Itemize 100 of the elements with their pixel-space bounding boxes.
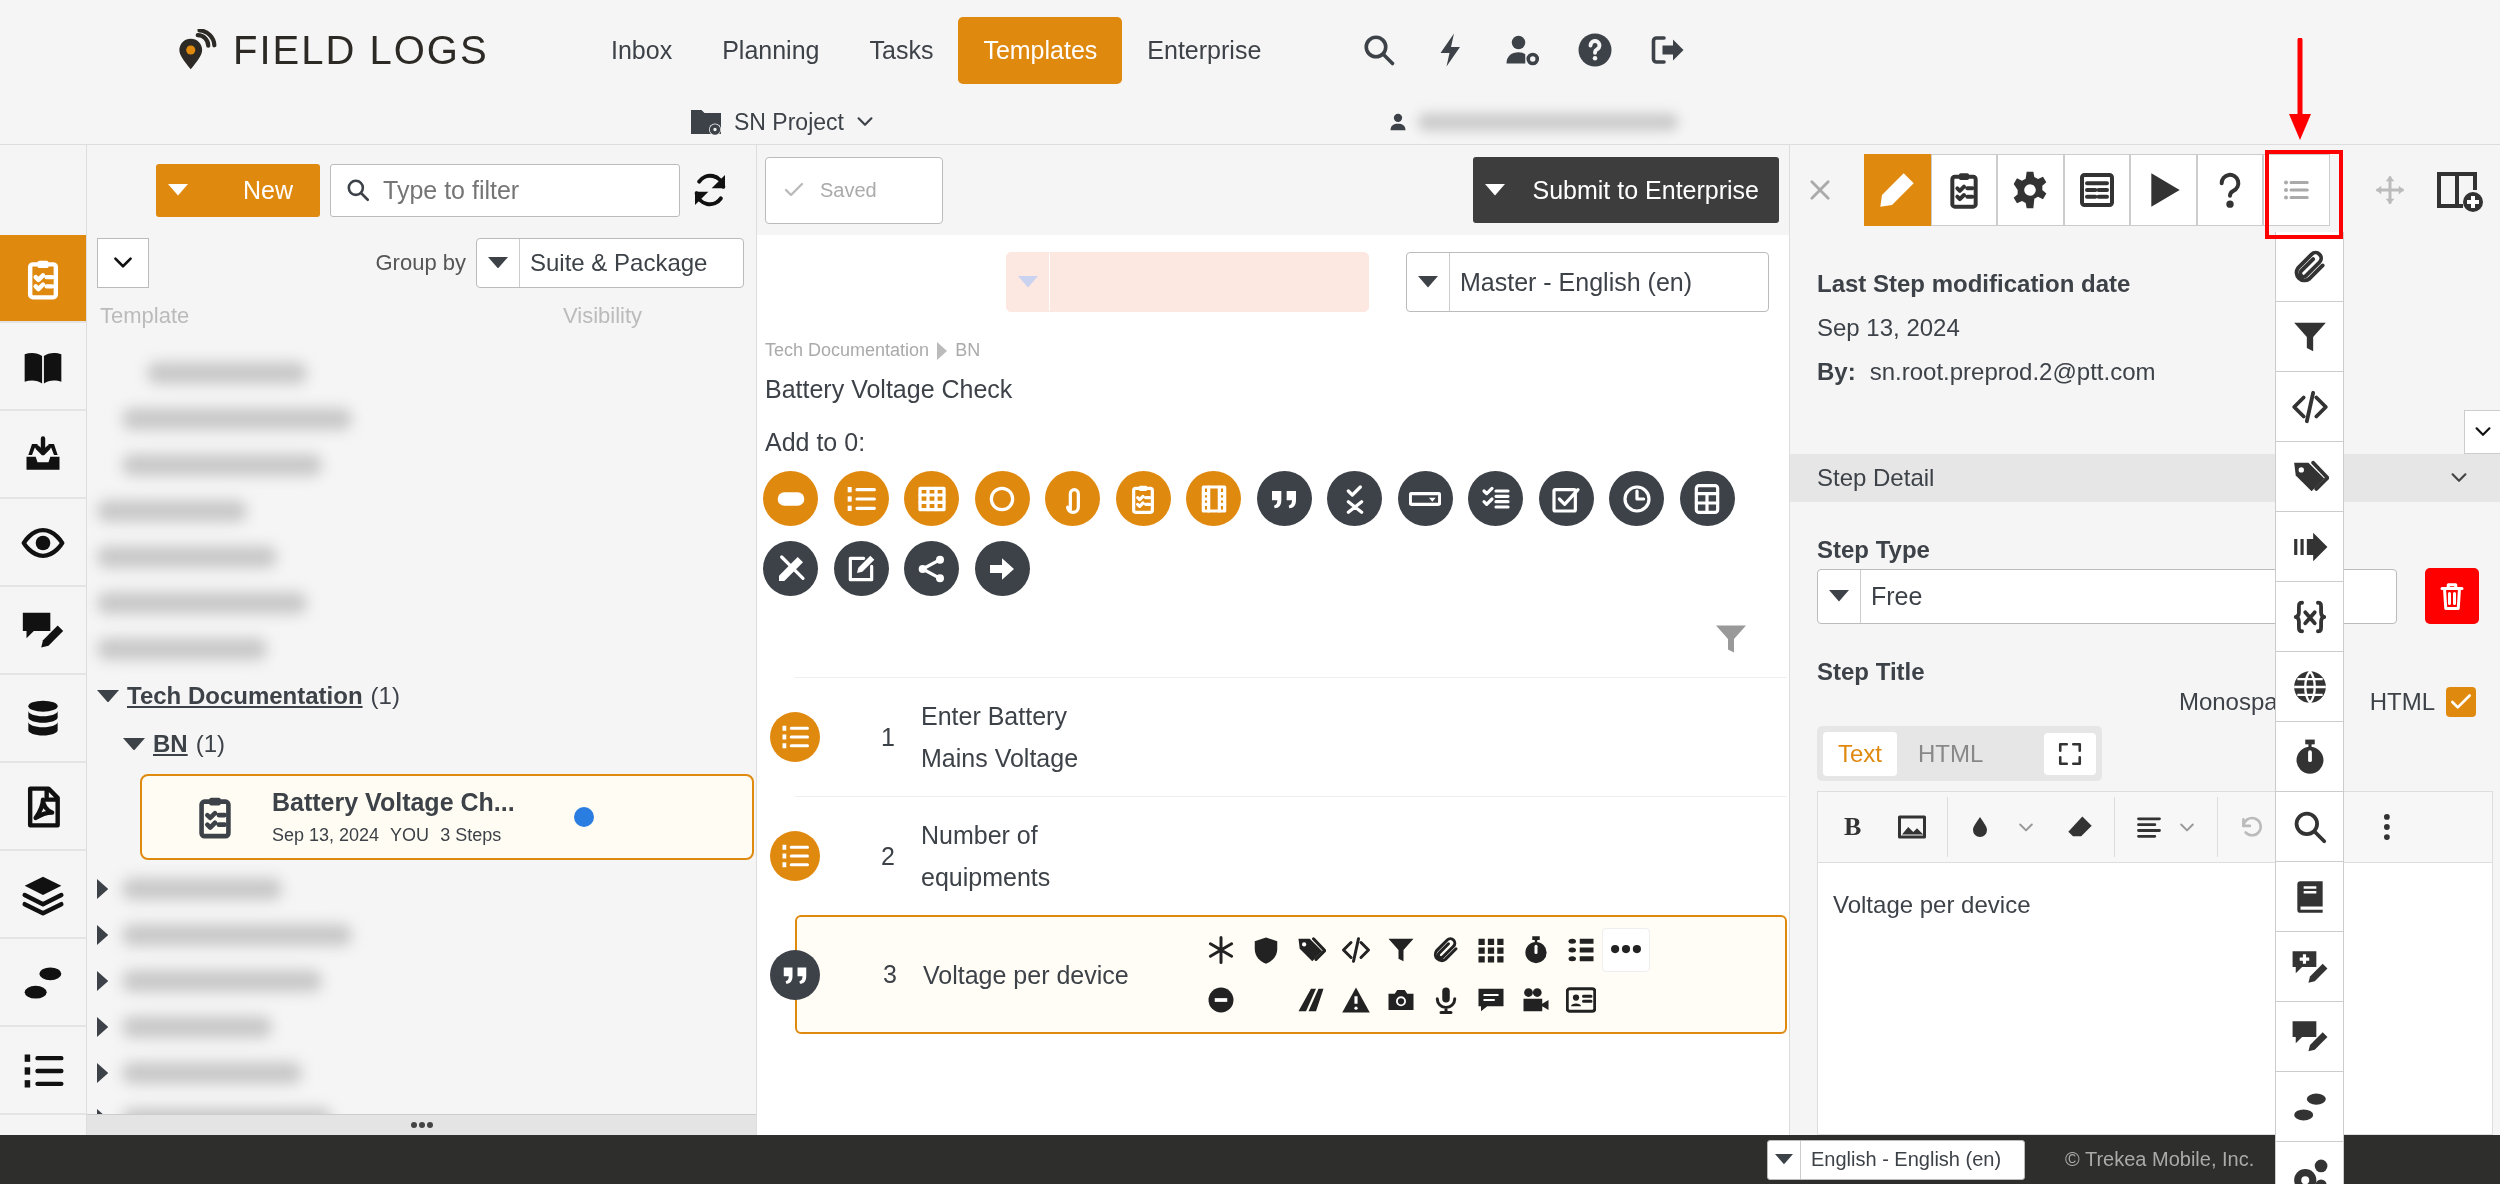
copyright-text: © Trekea Mobile, Inc. (2065, 1148, 2255, 1171)
caret-down-icon (1775, 1154, 1793, 1165)
folder-count: (1) (370, 682, 400, 710)
group-by-label: Group by (375, 249, 466, 276)
search-icon (345, 177, 371, 203)
group-by-select[interactable]: Suite & Package (476, 237, 744, 288)
caret-down-icon (1484, 184, 1505, 196)
logo-text: FIELD LOGS (233, 27, 489, 73)
language-select[interactable]: English - English (en) (1767, 1139, 2025, 1180)
column-header: Visibility (563, 303, 643, 329)
caret-down-icon (1829, 590, 1849, 602)
filter-field[interactable]: Type to filter (330, 163, 680, 217)
clock-icon (1620, 482, 1653, 515)
modified-label: Last Step modification date (1817, 270, 2131, 298)
collapse-button[interactable] (97, 237, 149, 288)
id-card-icon[interactable] (1565, 984, 1596, 1015)
clipboard-tool-button[interactable] (1930, 154, 1997, 226)
help-icon[interactable] (1577, 32, 1614, 68)
step-row[interactable]: 3 Voltage per device (795, 915, 1787, 1034)
caret-right-icon[interactable] (97, 1063, 109, 1083)
checkbox-button[interactable] (1538, 471, 1594, 526)
template-date: Sep 13, 2024 (272, 825, 380, 846)
delete-button[interactable] (2425, 568, 2479, 624)
dots-icon (1610, 945, 1641, 954)
breadcrumb-separator-icon (937, 341, 948, 360)
step-title: Number of equipments (921, 820, 1052, 893)
folder-link[interactable]: BN (153, 730, 188, 758)
table-button[interactable] (904, 471, 959, 526)
more-options-icon[interactable] (2384, 814, 2391, 840)
toggle-button[interactable] (763, 471, 818, 526)
nav-tab[interactable]: Inbox (586, 16, 698, 84)
help-tool-button[interactable] (2196, 154, 2263, 226)
caret-right-icon[interactable] (97, 1017, 109, 1037)
fullscreen-button[interactable] (2044, 732, 2096, 775)
more-button[interactable] (1601, 927, 1650, 972)
monospace-label: Monospa (2178, 688, 2278, 716)
list-tool-button[interactable] (2263, 154, 2330, 226)
author-label: By: (1817, 358, 1856, 386)
bold-button[interactable]: B (1838, 812, 1868, 842)
settings-tool-button[interactable] (1997, 154, 2064, 226)
rich-text-editor[interactable]: B Voltage per device (1817, 791, 2493, 1135)
clipboard-button[interactable] (1115, 471, 1171, 526)
column-header: Template (100, 303, 191, 329)
user-icon (1388, 112, 1408, 132)
caret-right-icon[interactable] (97, 971, 109, 991)
template-title: Battery Voltage Check (765, 375, 1014, 404)
expand-button[interactable] (2464, 410, 2500, 454)
dropdown-button[interactable] (1397, 471, 1453, 526)
step-title-label: Step Title (1817, 658, 1925, 686)
editor-text: Voltage per device (1832, 890, 2032, 920)
language-select[interactable]: Master - English (en) (1406, 252, 1769, 312)
template-title: Battery Voltage Ch... (272, 788, 516, 817)
author-email: sn.root.preprod.2@ptt.com (1869, 358, 2156, 386)
template-steps: 3 Steps (440, 825, 502, 846)
caret-down-icon[interactable] (97, 689, 119, 703)
html-label: HTML (2369, 688, 2435, 716)
nav-tab[interactable]: Enterprise (1122, 16, 1287, 84)
caret-right-icon[interactable] (97, 925, 109, 945)
project-selector[interactable]: SN Project (734, 108, 844, 136)
caret-down-icon (168, 184, 188, 196)
fullscreen-icon (2057, 740, 2083, 767)
nav-tab[interactable]: Planning (697, 16, 845, 84)
code-icon[interactable] (1340, 934, 1371, 965)
ring-button[interactable] (974, 471, 1030, 526)
quote-button[interactable] (1256, 471, 1312, 526)
arrow-right-button[interactable] (974, 541, 1030, 596)
share-button[interactable] (904, 541, 959, 596)
add-step-label: Add to 0: (765, 428, 867, 457)
checklist-button[interactable] (1468, 471, 1523, 526)
template-owner: YOU (390, 825, 430, 846)
nav-tab[interactable]: Tasks (844, 16, 959, 84)
numbered-list-button[interactable] (833, 471, 889, 526)
folder-count: (1) (195, 730, 225, 758)
step-number: 1 (880, 722, 896, 752)
step-title: Voltage per device (923, 959, 1130, 991)
film-button[interactable] (1186, 471, 1241, 526)
caret-down-icon (1418, 276, 1438, 288)
check-cross-button[interactable] (1327, 471, 1382, 526)
step-type-label: Step Type (1817, 536, 1930, 564)
html-checkbox[interactable] (2446, 687, 2476, 717)
step-title: Enter Battery Mains Voltage (921, 701, 1080, 774)
loop-button[interactable] (1045, 471, 1100, 526)
dots-icon (410, 1122, 433, 1128)
caret-down-icon (1018, 276, 1038, 288)
clock-button[interactable] (1609, 471, 1664, 526)
calculator-button[interactable] (1679, 471, 1735, 526)
submit-button[interactable]: Submit to Enterprise (1472, 157, 1779, 223)
layout-tool-button[interactable] (2063, 154, 2130, 226)
folder-link[interactable]: Tech Documentation (127, 682, 363, 710)
edit-button[interactable] (833, 541, 889, 596)
resize-handle[interactable] (87, 1114, 756, 1135)
step-number: 3 (882, 960, 898, 989)
modified-date: Sep 13, 2024 (1817, 314, 1960, 342)
template-card[interactable]: Battery Voltage Ch... Sep 13, 2024 YOU 3 Steps (140, 774, 754, 860)
caret-down-icon (488, 256, 508, 269)
section-header[interactable]: Step Detail (1790, 454, 2500, 502)
caret-right-icon[interactable] (97, 879, 109, 899)
caret-down-icon[interactable] (123, 737, 145, 751)
play-tool-button[interactable] (2130, 154, 2197, 226)
step-number: 2 (880, 841, 896, 871)
